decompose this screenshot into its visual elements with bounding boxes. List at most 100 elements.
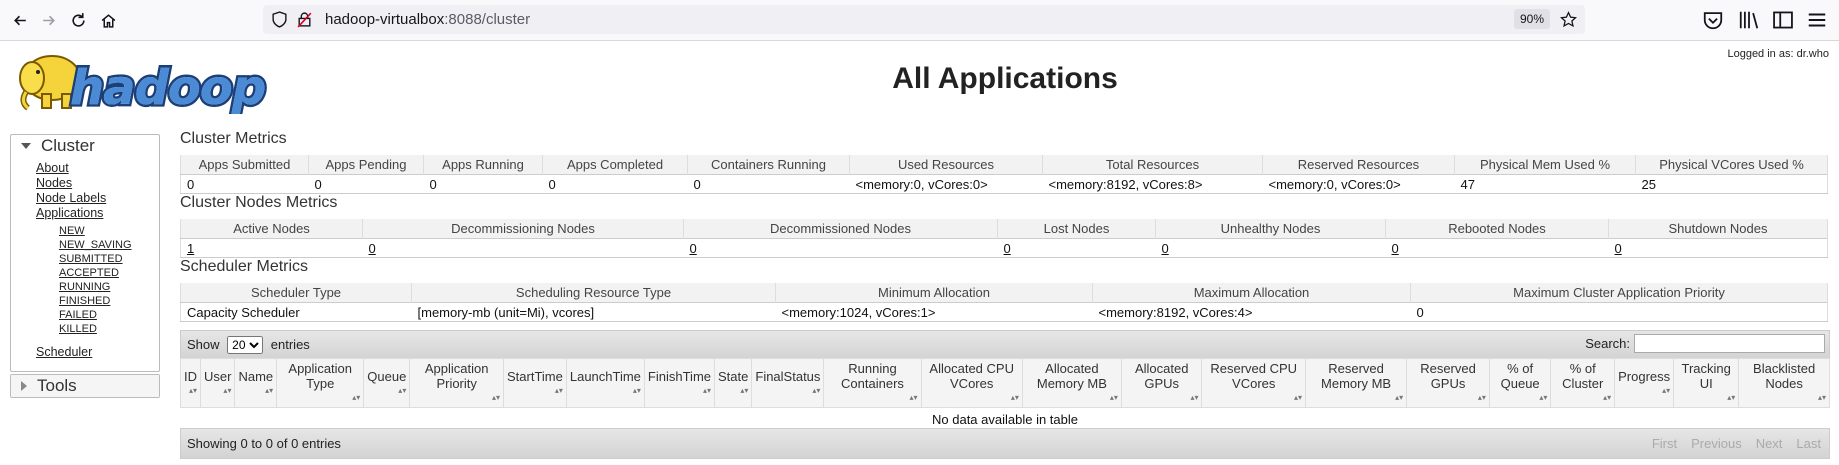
col-minimum-allocation: Minimum Allocation	[775, 283, 1093, 303]
link-active-nodes[interactable]: 1	[187, 241, 194, 256]
pager-previous[interactable]: Previous	[1691, 436, 1742, 451]
column-header[interactable]: Progress ▴▾	[1614, 358, 1675, 408]
page-length-control: Show 20 entries	[187, 336, 310, 354]
column-header[interactable]: Application Type ▴▾	[276, 358, 365, 408]
column-header[interactable]: Tracking UI ▴▾	[1673, 358, 1740, 408]
column-header[interactable]: Reserved GPUs ▴▾	[1406, 358, 1490, 408]
column-header[interactable]: FinishTime ▴▾	[643, 358, 716, 408]
column-header-label: Allocated CPU VCores	[929, 361, 1014, 391]
column-header-label: User	[204, 368, 232, 384]
col-shutdown-nodes: Shutdown Nodes	[1608, 219, 1828, 239]
pager-first[interactable]: First	[1652, 436, 1677, 451]
column-header[interactable]: ID ▴▾	[180, 358, 201, 408]
forward-icon[interactable]	[36, 8, 60, 32]
sidebar-link-node-labels[interactable]: Node Labels	[36, 191, 106, 205]
bookmark-star-icon[interactable]	[1560, 11, 1577, 28]
nodes-metrics-header-row: Active Nodes Decommissioning Nodes Decom…	[180, 219, 1828, 239]
sidebar-tools-header[interactable]: Tools	[11, 375, 159, 397]
sidebar-link-scheduler[interactable]: Scheduler	[36, 345, 92, 359]
col-decommissioned-nodes: Decommissioned Nodes	[683, 219, 998, 239]
reload-icon[interactable]	[66, 8, 90, 32]
column-header[interactable]: StartTime ▴▾	[503, 358, 567, 408]
link-shutdown-nodes[interactable]: 0	[1615, 241, 1622, 256]
link-lost-nodes[interactable]: 0	[1004, 241, 1011, 256]
link-decommissioned-nodes[interactable]: 0	[690, 241, 697, 256]
sidebar-link-nodes[interactable]: Nodes	[36, 176, 72, 190]
link-decommissioning-nodes[interactable]: 0	[369, 241, 376, 256]
browser-toolbar: hadoop-virtualbox:8088/cluster 90%	[0, 0, 1839, 41]
scheduler-metrics-value-row: Capacity Scheduler [memory-mb (unit=Mi),…	[180, 302, 1828, 322]
sidebar-state-accepted[interactable]: ACCEPTED	[59, 267, 119, 279]
sidebar-cluster-panel: Cluster About Nodes Node Labels Applicat…	[10, 134, 160, 372]
sort-icon: ▴▾	[1395, 393, 1404, 402]
library-icon[interactable]	[1738, 9, 1760, 31]
column-header-label: Name	[238, 368, 274, 384]
val-max-cluster-app-priority: 0	[1410, 302, 1828, 322]
applications-header-row: ID ▴▾ User ▴▾ Name ▴▾ Application Type ▴▾ Queue ▴…	[180, 358, 1830, 408]
column-header[interactable]: Reserved Memory MB ▴▾	[1304, 358, 1408, 408]
column-header[interactable]: State ▴▾	[714, 358, 753, 408]
sidebar-state-killed[interactable]: KILLED	[59, 323, 97, 335]
column-header[interactable]: FinalStatus ▴▾	[751, 358, 825, 408]
col-lost-nodes: Lost Nodes	[997, 219, 1156, 239]
col-used-resources: Used Resources	[849, 155, 1043, 175]
sidebar-link-about[interactable]: About	[36, 161, 69, 175]
shield-icon[interactable]	[271, 11, 288, 28]
link-rebooted-nodes[interactable]: 0	[1392, 241, 1399, 256]
pagination: First Previous Next Last	[1652, 436, 1821, 451]
sidebar-state-failed[interactable]: FAILED	[59, 309, 97, 321]
val-apps-completed: 0	[542, 174, 688, 194]
pager-next[interactable]: Next	[1756, 436, 1783, 451]
column-header[interactable]: User ▴▾	[199, 358, 236, 408]
sort-icon: ▴▾	[398, 385, 407, 395]
pocket-icon[interactable]	[1702, 9, 1724, 31]
column-header[interactable]: Application Priority ▴▾	[409, 358, 504, 408]
column-header[interactable]: Reserved CPU VCores ▴▾	[1201, 358, 1306, 408]
column-header-label: State	[718, 368, 749, 384]
back-icon[interactable]	[8, 8, 32, 32]
col-physical-vcores-used: Physical VCores Used %	[1635, 155, 1828, 175]
search-input[interactable]	[1634, 334, 1825, 353]
link-unhealthy-nodes[interactable]: 0	[1162, 241, 1169, 256]
column-header[interactable]: Allocated CPU VCores ▴▾	[920, 358, 1023, 408]
insecure-lock-icon[interactable]	[296, 11, 313, 28]
col-maximum-allocation: Maximum Allocation	[1092, 283, 1411, 303]
column-header[interactable]: Blacklisted Nodes ▴▾	[1738, 358, 1830, 408]
sidebar-state-submitted[interactable]: SUBMITTED	[59, 253, 123, 265]
menu-icon[interactable]	[1806, 9, 1828, 31]
sort-icon: ▴▾	[632, 385, 641, 395]
column-header[interactable]: Queue ▴▾	[363, 358, 411, 408]
entries-select[interactable]: 20	[227, 336, 264, 354]
column-header[interactable]: Name ▴▾	[234, 358, 278, 408]
sidebar-icon[interactable]	[1772, 9, 1794, 31]
sidebar-cluster-header[interactable]: Cluster	[11, 135, 159, 157]
column-header-label: Application Type	[288, 361, 353, 391]
url-bar[interactable]: hadoop-virtualbox:8088/cluster 90%	[263, 5, 1585, 34]
val-maximum-allocation: <memory:8192, vCores:4>	[1092, 302, 1411, 322]
page-title: All Applications	[892, 62, 1118, 95]
column-header[interactable]: % of Queue ▴▾	[1488, 358, 1552, 408]
column-header-label: Running Containers	[841, 361, 904, 391]
column-header-label: FinalStatus	[755, 368, 821, 384]
sidebar-state-new-saving[interactable]: NEW_SAVING	[59, 239, 132, 251]
zoom-indicator[interactable]: 90%	[1513, 9, 1550, 29]
column-header[interactable]: % of Cluster ▴▾	[1550, 358, 1616, 408]
scheduler-metrics-title: Scheduler Metrics	[180, 258, 309, 275]
column-header-label: Progress	[1618, 368, 1671, 384]
sidebar-link-applications[interactable]: Applications	[36, 206, 103, 220]
column-header[interactable]: Allocated GPUs ▴▾	[1120, 358, 1203, 408]
col-apps-pending: Apps Pending	[308, 155, 424, 175]
sidebar-tools-panel[interactable]: Tools	[10, 374, 160, 398]
column-header[interactable]: Allocated Memory MB ▴▾	[1021, 358, 1122, 408]
sort-icon: ▴▾	[491, 393, 500, 402]
pager-last[interactable]: Last	[1796, 436, 1821, 451]
sort-icon: ▴▾	[1817, 393, 1826, 402]
sidebar-state-finished[interactable]: FINISHED	[59, 295, 110, 307]
val-scheduler-type: Capacity Scheduler	[180, 302, 412, 322]
sidebar-state-new[interactable]: NEW	[59, 225, 85, 237]
sort-icon: ▴▾	[1190, 393, 1199, 402]
home-icon[interactable]	[96, 8, 120, 32]
sidebar-state-running[interactable]: RUNNING	[59, 281, 110, 293]
column-header[interactable]: LaunchTime ▴▾	[565, 358, 645, 408]
column-header[interactable]: Running Containers ▴▾	[823, 358, 922, 408]
